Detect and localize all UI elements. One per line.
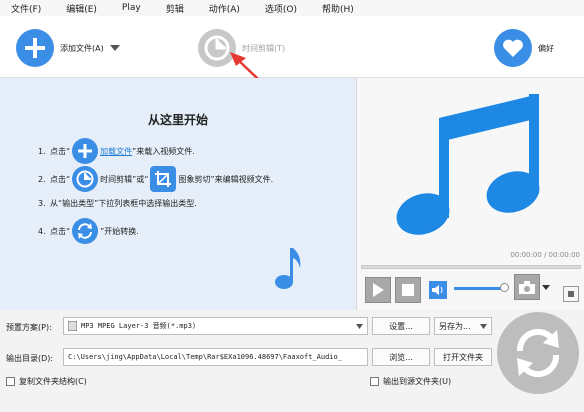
menu-file[interactable]: 文件(F) [11,2,41,15]
play-button[interactable] [365,277,391,303]
copy-structure-checkbox[interactable]: 复制文件夹结构(C) [6,376,87,387]
plus-icon [72,138,99,164]
snapshot-button[interactable] [514,274,540,300]
music-notes-icon [396,94,540,235]
checkbox-box [6,377,15,386]
volume-knob[interactable] [500,283,509,292]
favorites-label: 偏好 [538,43,554,53]
play-icon [373,283,384,297]
open-folder-button[interactable]: 打开文件夹 [434,348,492,366]
convert-icon [516,328,560,378]
menu-action[interactable]: 动作(A) [209,2,240,15]
output-to-source-checkbox[interactable]: 输出到源文件夹(U) [370,376,451,387]
settings-button[interactable]: 设置... [372,317,430,335]
browse-button[interactable]: 浏览... [372,348,430,366]
favorites-button[interactable]: 偏好 [494,29,554,67]
volume-button[interactable] [429,281,447,299]
menu-help[interactable]: 帮助(H) [322,2,354,15]
speaker-icon [432,285,443,295]
menu-options[interactable]: 选项(O) [265,2,297,15]
guide-title: 从这里开始 [147,113,208,127]
snapshot-dropdown[interactable] [542,283,550,292]
convert-button[interactable] [497,312,579,394]
checkbox-box [370,377,379,386]
menu-bar: 文件(F) 编辑(E) Play 剪辑 动作(A) 选项(O) 帮助(H) [0,0,584,16]
chevron-down-icon [542,285,550,290]
time-readout: 00:00:00 / 00:00:00 [510,251,580,259]
step-4: 4. 点击“ ”开始转换. [38,218,139,244]
convert-icon [72,218,99,244]
add-file-button[interactable]: 添加文件(A) [16,29,120,67]
toolbar: 添加文件(A) 时间剪辑(T) 偏好 [0,16,584,78]
stop-button[interactable] [395,277,421,303]
menu-play[interactable]: Play [122,3,141,13]
guide-panel: 从这里开始 1. 点击“ 加载文件 ”来载入视频文件. 2. 点击“ 时间剪辑 … [0,78,356,310]
volume-slider[interactable] [454,287,506,290]
crop-icon [150,166,177,192]
stop-icon [402,284,414,296]
step-1: 1. 点击“ 加载文件 ”来载入视频文件. [38,138,195,164]
preset-label: 预置方案(P): [6,323,52,332]
load-file-link[interactable]: 加载文件 [100,146,132,157]
chevron-down-icon[interactable] [109,45,120,51]
chevron-down-icon [356,324,363,329]
plus-icon [16,29,54,67]
player-panel: 00:00:00 / 00:00:00 [356,78,584,310]
fullscreen-button[interactable] [563,286,579,302]
step-2: 2. 点击“ 时间剪辑 ”或“ 图象剪切 ”来编辑视频文件. [38,166,273,192]
fullscreen-icon [568,291,574,297]
camera-icon [519,280,535,294]
save-as-button[interactable]: 另存为... [434,317,492,335]
output-path-field[interactable]: C:\Users\jing\AppData\Local\Temp\Rar$EXa… [63,348,368,366]
menu-edit[interactable]: 编辑(E) [66,2,97,15]
step-3: 3. 从“输出类型”下拉列表框中选择输出类型. [38,199,197,208]
clock-icon [72,166,99,192]
add-file-label: 添加文件(A) [60,43,104,53]
seek-bar[interactable] [361,265,581,269]
output-label: 输出目录(D): [6,354,54,363]
menu-clip[interactable]: 剪辑 [166,2,184,15]
preset-select[interactable]: MP3 MPEG Layer-3 音频(*.mp3) [63,317,368,335]
file-icon [68,321,77,331]
heart-icon [494,29,532,67]
chevron-down-icon [480,324,487,329]
music-note-icon [275,248,301,289]
